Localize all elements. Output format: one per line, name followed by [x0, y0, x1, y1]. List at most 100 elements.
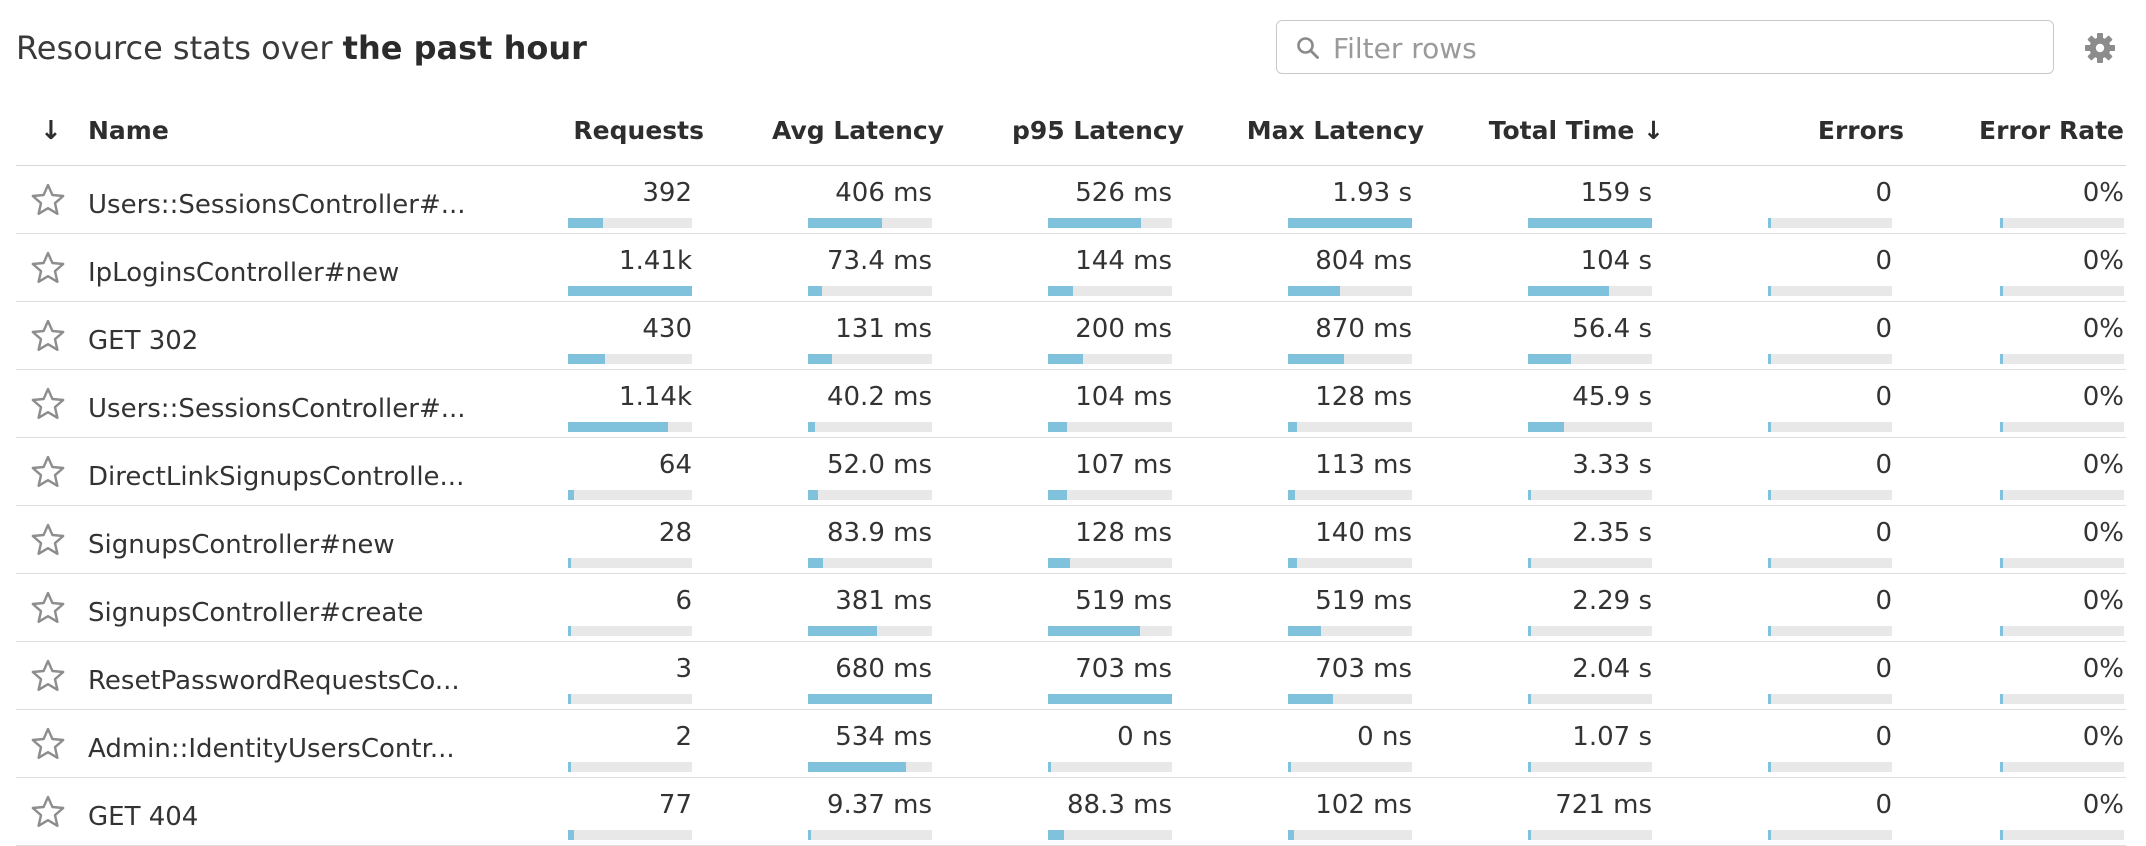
total-time-cell: 2.35 s: [1528, 516, 1652, 568]
resource-name[interactable]: GET 404: [88, 798, 468, 836]
star-icon[interactable]: [30, 522, 66, 558]
total-time-cell-value: 104 s: [1580, 246, 1652, 276]
column-header-error-rate[interactable]: Error Rate: [1942, 114, 2124, 148]
avg-latency-cell-bar: [808, 626, 932, 636]
errors-cell-value: 0: [1875, 246, 1892, 276]
errors-cell-value: 0: [1875, 178, 1892, 208]
total-time-cell-bar-fill: [1528, 286, 1609, 296]
star-icon[interactable]: [30, 250, 66, 286]
avg-latency-cell-bar: [808, 490, 932, 500]
table-row[interactable]: SignupsController#new 28 83.9 ms 128 ms 140 …: [16, 506, 2126, 574]
column-header-p95-latency[interactable]: p95 Latency: [1002, 114, 1184, 148]
avg-latency-cell-bar-fill: [808, 558, 823, 568]
column-header-name[interactable]: Name: [88, 114, 169, 148]
star-icon[interactable]: [30, 182, 66, 218]
resource-name[interactable]: IpLoginsController#new: [88, 254, 468, 292]
requests-cell-value: 3: [675, 654, 692, 684]
table-row[interactable]: DirectLinkSignupsControlle... 64 52.0 ms 10…: [16, 438, 2126, 506]
total-time-cell-value: 721 ms: [1555, 790, 1652, 820]
avg-latency-cell-bar: [808, 558, 932, 568]
avg-latency-cell-value: 680 ms: [835, 654, 932, 684]
requests-cell: 1.41k: [568, 244, 692, 296]
p95-latency-cell-value: 703 ms: [1075, 654, 1172, 684]
p95-latency-cell-bar: [1048, 694, 1172, 704]
error-rate-cell: 0%: [2000, 788, 2124, 840]
table-row[interactable]: ResetPasswordRequestsCo... 3 680 ms 703 ms 7…: [16, 642, 2126, 710]
requests-cell-value: 28: [658, 518, 692, 548]
requests-cell-bar-fill: [568, 354, 605, 364]
table-row[interactable]: Users::SessionsController#... 1.14k 40.2 m…: [16, 370, 2126, 438]
error-rate-cell-value: 0%: [2082, 246, 2124, 276]
errors-cell-bar: [1768, 626, 1892, 636]
column-header-avg-latency[interactable]: Avg Latency: [762, 114, 944, 148]
star-icon[interactable]: [30, 726, 66, 762]
column-header-errors[interactable]: Errors: [1722, 114, 1904, 148]
total-time-cell-bar: [1528, 558, 1652, 568]
resource-name[interactable]: Users::SessionsController#...: [88, 390, 468, 428]
requests-cell-bar: [568, 218, 692, 228]
max-latency-cell-bar: [1288, 626, 1412, 636]
resource-name[interactable]: DirectLinkSignupsControlle...: [88, 458, 468, 496]
max-latency-cell-value: 113 ms: [1315, 450, 1412, 480]
gear-icon[interactable]: [2084, 32, 2116, 64]
table-row[interactable]: Users::SessionsController#... 392 406 ms 52…: [16, 166, 2126, 234]
max-latency-cell: 519 ms: [1288, 584, 1412, 636]
p95-latency-cell-bar-fill: [1048, 218, 1141, 228]
error-rate-cell-value: 0%: [2082, 450, 2124, 480]
resource-name[interactable]: Admin::IdentityUsersContr...: [88, 730, 468, 768]
max-latency-cell-bar-fill: [1288, 694, 1333, 704]
column-header-total-time[interactable]: Total Time ↓: [1462, 114, 1664, 148]
page-title: Resource stats over the past hour: [16, 26, 587, 70]
errors-cell: 0: [1768, 244, 1892, 296]
avg-latency-cell-bar-fill: [808, 218, 882, 228]
error-rate-cell-bar: [2000, 218, 2124, 228]
error-rate-cell-bar-fill: [2000, 626, 2003, 636]
p95-latency-cell-value: 144 ms: [1075, 246, 1172, 276]
table-row[interactable]: Admin::IdentityUsersContr... 2 534 ms 0 ns 0…: [16, 710, 2126, 778]
resource-name[interactable]: SignupsController#create: [88, 594, 468, 632]
star-icon[interactable]: [30, 794, 66, 830]
resource-name[interactable]: GET 302: [88, 322, 468, 360]
error-rate-cell-bar-fill: [2000, 558, 2003, 568]
column-header-requests[interactable]: Requests: [562, 114, 704, 148]
filter-rows-input[interactable]: [1331, 27, 2035, 69]
max-latency-cell-bar: [1288, 286, 1412, 296]
table-row[interactable]: GET 302 430 131 ms 200 ms 870 ms 56.4 s 0 0%: [16, 302, 2126, 370]
error-rate-cell: 0%: [2000, 448, 2124, 500]
p95-latency-cell-bar-fill: [1048, 354, 1083, 364]
error-rate-cell-value: 0%: [2082, 722, 2124, 752]
filter-box[interactable]: [1276, 20, 2054, 74]
requests-cell-value: 6: [675, 586, 692, 616]
p95-latency-cell: 128 ms: [1048, 516, 1172, 568]
star-icon[interactable]: [30, 318, 66, 354]
resource-name[interactable]: ResetPasswordRequestsCo...: [88, 662, 468, 700]
max-latency-cell-bar: [1288, 762, 1412, 772]
table-row[interactable]: IpLoginsController#new 1.41k 73.4 ms 144 ms…: [16, 234, 2126, 302]
errors-cell: 0: [1768, 380, 1892, 432]
star-icon[interactable]: [30, 454, 66, 490]
star-icon[interactable]: [30, 386, 66, 422]
max-latency-cell: 113 ms: [1288, 448, 1412, 500]
resource-name[interactable]: SignupsController#new: [88, 526, 468, 564]
errors-cell-value: 0: [1875, 790, 1892, 820]
requests-cell-bar-fill: [568, 694, 571, 704]
sort-toggle[interactable]: ↓: [40, 114, 62, 148]
search-icon: [1297, 37, 1319, 59]
star-icon[interactable]: [30, 658, 66, 694]
table-row[interactable]: GET 404 77 9.37 ms 88.3 ms 102 ms 721 ms 0 0%: [16, 778, 2126, 846]
table-row[interactable]: SignupsController#create 6 381 ms 519 ms 519…: [16, 574, 2126, 642]
resource-name[interactable]: Users::SessionsController#...: [88, 186, 468, 224]
max-latency-cell-bar: [1288, 354, 1412, 364]
avg-latency-cell-bar-fill: [808, 626, 877, 636]
requests-cell-bar: [568, 762, 692, 772]
requests-cell-bar-fill: [568, 422, 668, 432]
errors-cell-value: 0: [1875, 518, 1892, 548]
requests-cell-bar: [568, 490, 692, 500]
avg-latency-cell-bar: [808, 422, 932, 432]
column-header-max-latency[interactable]: Max Latency: [1242, 114, 1424, 148]
errors-cell-bar-fill: [1768, 422, 1771, 432]
avg-latency-cell-bar: [808, 218, 932, 228]
star-icon[interactable]: [30, 590, 66, 626]
requests-cell: 64: [568, 448, 692, 500]
avg-latency-cell: 52.0 ms: [808, 448, 932, 500]
